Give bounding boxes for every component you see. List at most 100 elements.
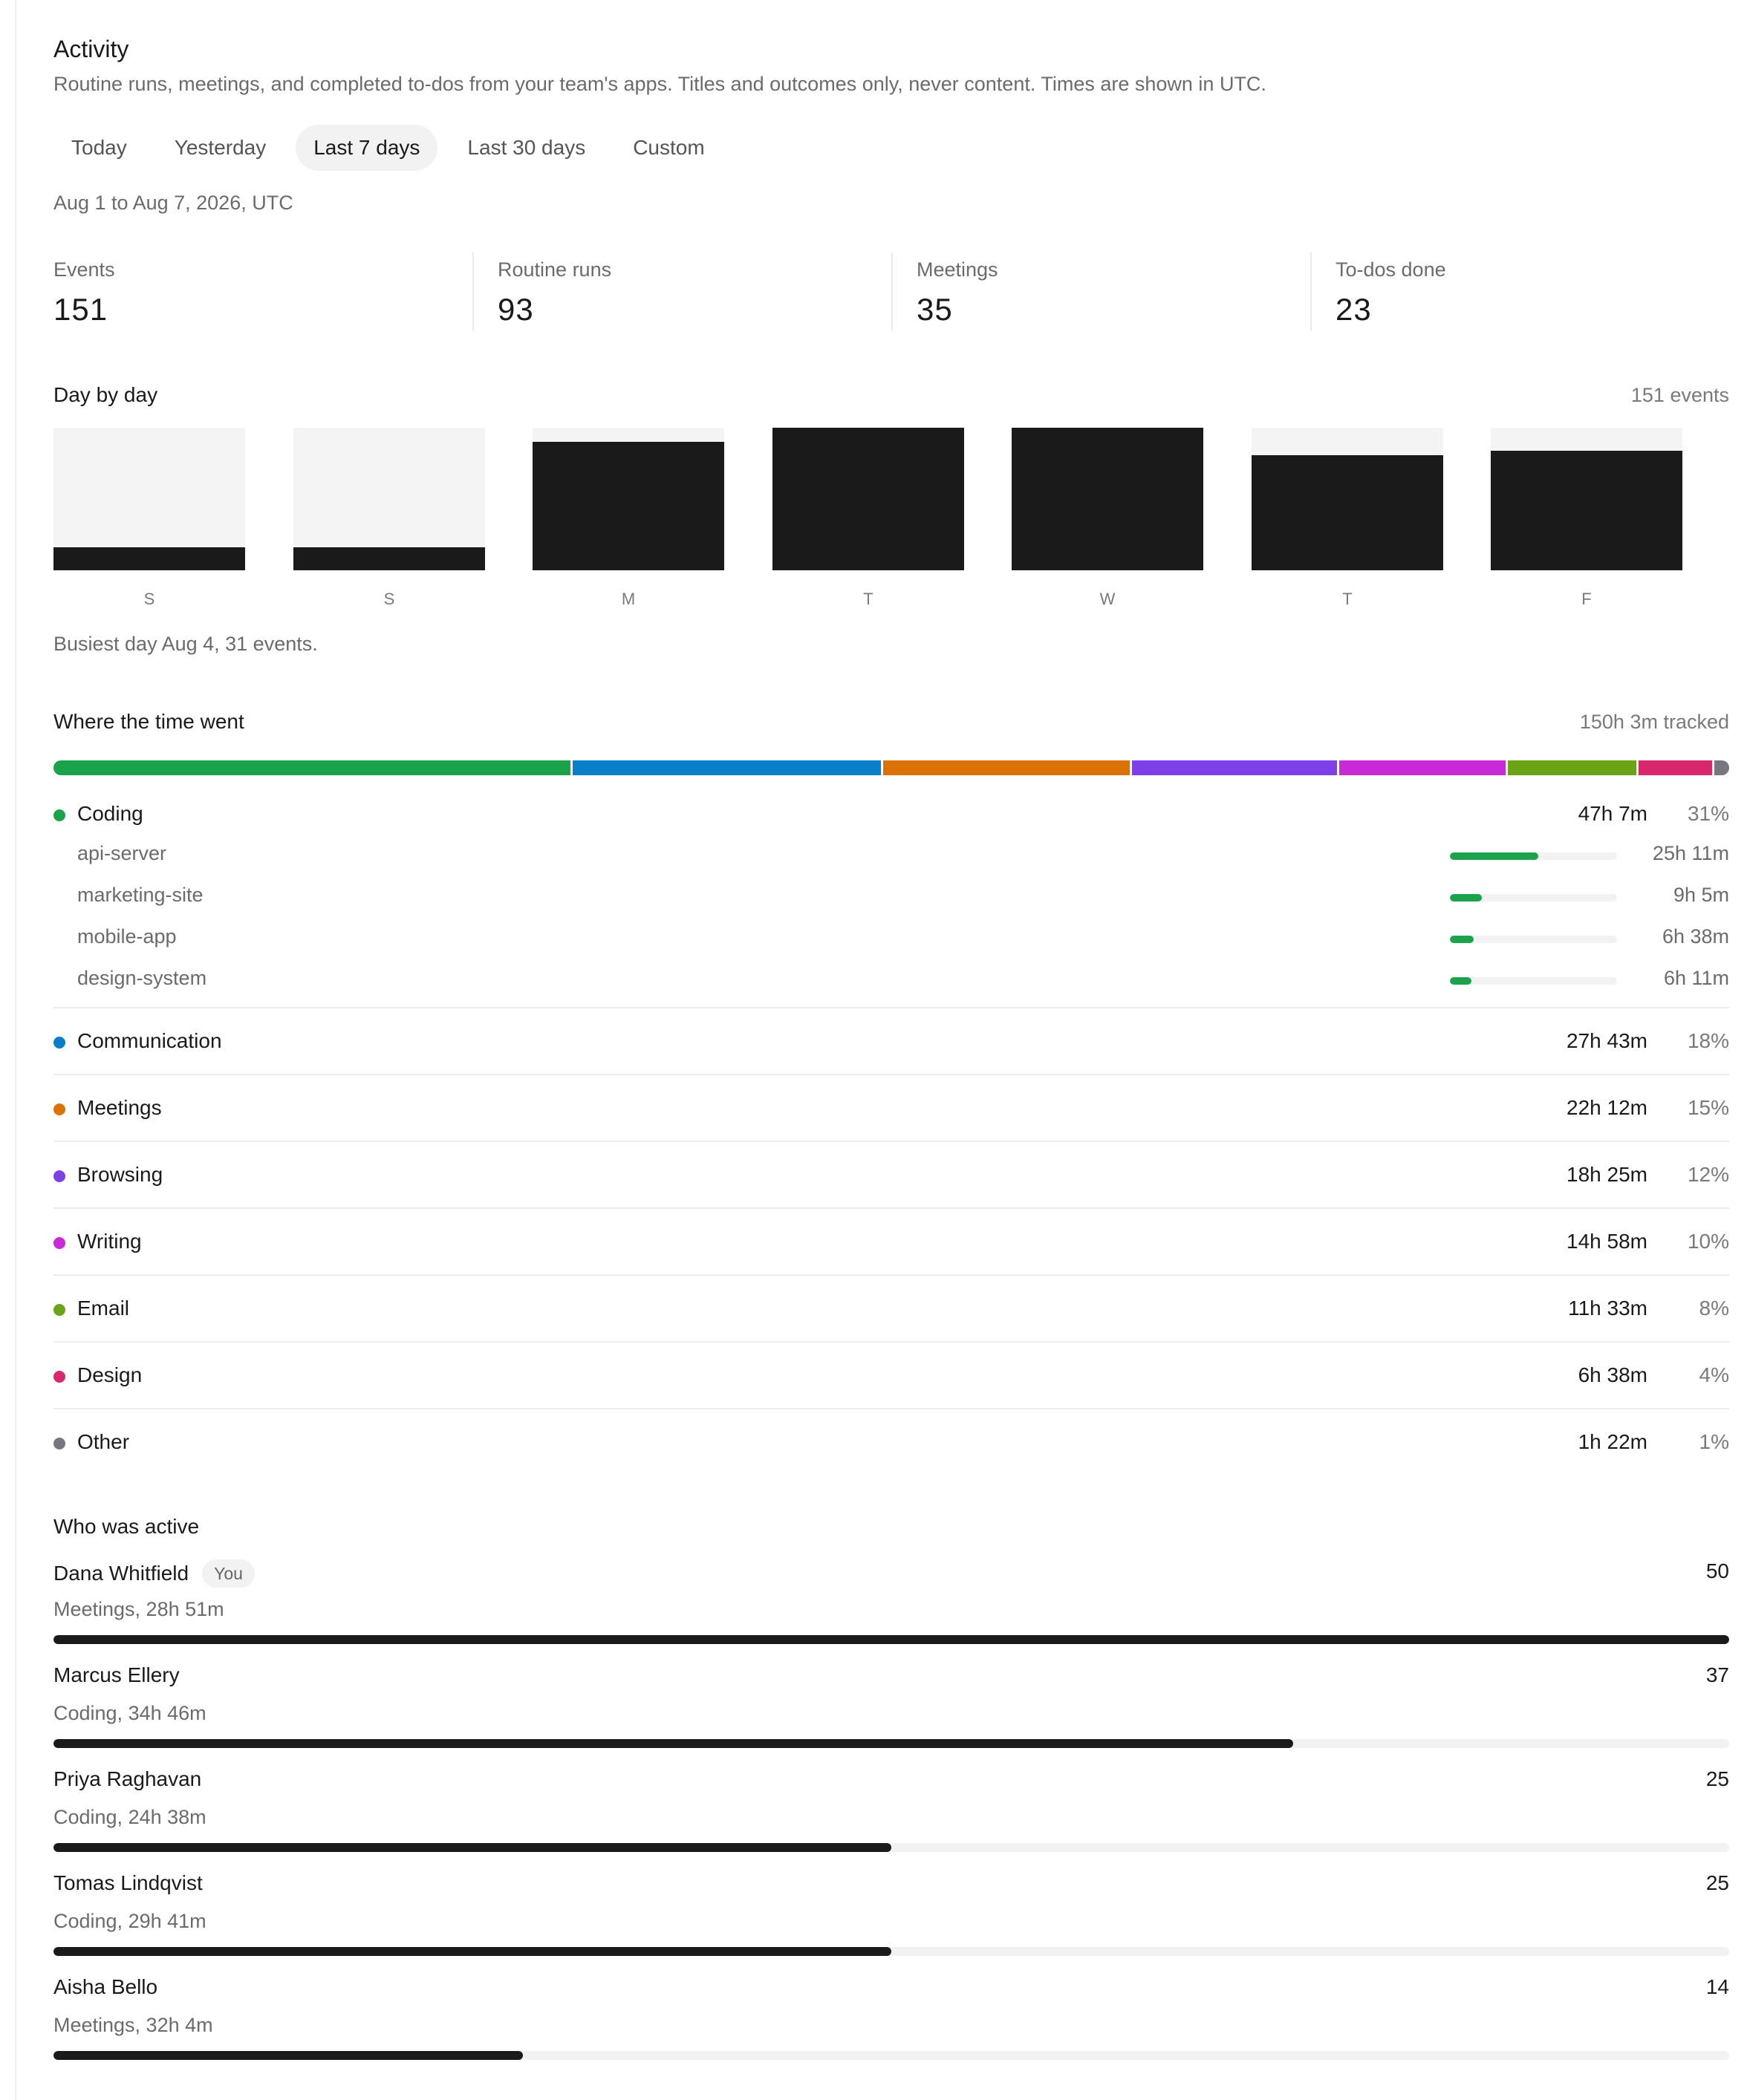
day-bar-track (53, 428, 245, 570)
activity-page: Activity Routine runs, meetings, and com… (0, 0, 1747, 2100)
person-row[interactable]: Aisha Bello 14 Meetings, 32h 4m (53, 1975, 1729, 2079)
subcategory-bar (1450, 936, 1474, 943)
person-row[interactable]: Tomas Lindqvist 25 Coding, 29h 41m (53, 1871, 1729, 1975)
person-bar (53, 1843, 891, 1852)
person-top-activity: Coding, 29h 41m (53, 1910, 206, 1932)
person-name: Marcus Ellery (53, 1663, 180, 1687)
category-percent: 15% (1687, 1096, 1729, 1119)
day-bar-track (533, 428, 724, 570)
day-bar (1012, 428, 1203, 570)
category-stacked-bar (53, 760, 1729, 775)
day-by-day-header: Day by day 151 events (53, 383, 1729, 407)
stack-segment-writing (1338, 760, 1506, 775)
day-tick-label: M (621, 590, 636, 608)
subcategory-time: 9h 5m (1673, 884, 1729, 906)
category-percent: 10% (1687, 1230, 1729, 1253)
category-row-browsing[interactable]: Browsing 18h 25m 12% (53, 1141, 1729, 1207)
day-bar (53, 547, 245, 570)
person-row[interactable]: Priya Raghavan 25 Coding, 24h 38m (53, 1767, 1729, 1871)
day-by-day-chart: SSMTWTF (53, 428, 1729, 621)
category-row-coding[interactable]: Coding 47h 7m 31% (53, 792, 1729, 833)
busiest-day-note: Busiest day Aug 4, 31 events. (53, 633, 318, 655)
person-row[interactable]: Dana Whitfield You 50 Meetings, 28h 51m (53, 1559, 1729, 1663)
day-tick-label: S (383, 590, 395, 608)
category-time: 6h 38m (1578, 1363, 1647, 1386)
subcategory-row[interactable]: api-server 25h 11m (53, 833, 1729, 875)
category-name: Coding (77, 802, 143, 825)
stat-value: 151 (53, 292, 108, 327)
people-list: Dana Whitfield You 50 Meetings, 28h 51m Marc… (53, 1559, 1729, 2079)
subcategory-bar (1450, 977, 1472, 985)
category-row-other[interactable]: Other 1h 22m 1% (53, 1408, 1729, 1475)
day-bar-track (1012, 428, 1203, 570)
day-bar-track (772, 428, 964, 570)
tab-last-7-days[interactable]: Last 7 days (296, 125, 438, 171)
people-section-header: Who was active (53, 1515, 1729, 1539)
subcategory-list: api-server 25h 11m marketing-site 9h 5m mobi… (53, 833, 1729, 1007)
subcategory-row[interactable]: marketing-site 9h 5m (53, 875, 1729, 916)
category-name: Meetings (77, 1096, 162, 1119)
day-column: T (1252, 428, 1443, 621)
stat-label: To-dos done (1336, 258, 1446, 281)
page-title: Activity (53, 36, 129, 62)
people-section-title: Who was active (53, 1515, 200, 1538)
category-percent: 8% (1699, 1297, 1729, 1320)
day-tick-label: T (1342, 590, 1353, 608)
person-bar-track (53, 1843, 1729, 1852)
date-range-tabs: Today Yesterday Last 7 days Last 30 days Cus… (53, 125, 735, 171)
person-bar (53, 1635, 1729, 1644)
tab-last-30-days[interactable]: Last 30 days (449, 125, 603, 171)
stack-segment-browsing (1131, 760, 1337, 775)
day-column: S (53, 428, 245, 621)
time-section-header: Where the time went 150h 3m tracked (53, 710, 1729, 734)
day-bar-track (1252, 428, 1443, 570)
person-bar-track (53, 2051, 1729, 2060)
person-name: Priya Raghavan (53, 1767, 201, 1791)
subcategory-row[interactable]: mobile-app 6h 38m (53, 916, 1729, 958)
person-event-count: 14 (1705, 1975, 1729, 1998)
category-color-dot (53, 1304, 65, 1316)
person-name-text: Aisha Bello (53, 1975, 158, 1998)
category-row-email[interactable]: Email 11h 33m 8% (53, 1274, 1729, 1341)
subcategory-name: design-system (77, 967, 207, 989)
category-row-design[interactable]: Design 6h 38m 4% (53, 1341, 1729, 1408)
tab-yesterday[interactable]: Yesterday (157, 125, 284, 171)
day-tick-label: T (863, 590, 874, 608)
category-color-dot (53, 1438, 65, 1450)
category-time: 18h 25m (1567, 1163, 1647, 1186)
category-time: 47h 7m (1578, 802, 1647, 825)
person-top-activity: Meetings, 28h 51m (53, 1598, 224, 1620)
category-color-dot (53, 1103, 65, 1115)
person-top-activity: Coding, 24h 38m (53, 1806, 206, 1828)
subcategory-name: api-server (77, 842, 167, 864)
category-percent: 31% (1687, 802, 1729, 825)
day-column: M (533, 428, 724, 621)
category-color-dot (53, 1371, 65, 1383)
stack-segment-other (1714, 760, 1729, 775)
tab-custom[interactable]: Custom (615, 125, 722, 171)
subcategory-row[interactable]: design-system 6h 11m (53, 958, 1729, 1000)
stat-label: Meetings (917, 258, 998, 281)
subcategory-bar-track (1450, 894, 1617, 901)
day-column: T (772, 428, 964, 621)
stack-segment-coding (53, 760, 570, 775)
subcategory-name: marketing-site (77, 884, 204, 906)
tab-today[interactable]: Today (53, 125, 145, 171)
subcategory-time: 6h 38m (1662, 925, 1729, 948)
day-column: S (293, 428, 485, 621)
subcategory-time: 6h 11m (1663, 967, 1729, 989)
person-name-text: Dana Whitfield (53, 1562, 189, 1585)
day-bar (1252, 455, 1443, 570)
page-subtitle: Routine runs, meetings, and completed to… (53, 73, 1266, 95)
category-color-dot (53, 1170, 65, 1182)
category-row-meetings[interactable]: Meetings 22h 12m 15% (53, 1074, 1729, 1141)
left-rail (0, 0, 16, 2100)
category-name: Email (77, 1297, 130, 1320)
person-event-count: 50 (1705, 1559, 1729, 1582)
day-bar-track (293, 428, 485, 570)
day-by-day-total: 151 events (1630, 384, 1729, 406)
person-row[interactable]: Marcus Ellery 37 Coding, 34h 46m (53, 1663, 1729, 1767)
stack-segment-design (1639, 760, 1712, 775)
category-row-writing[interactable]: Writing 14h 58m 10% (53, 1207, 1729, 1274)
category-row-communication[interactable]: Communication 27h 43m 18% (53, 1007, 1729, 1074)
